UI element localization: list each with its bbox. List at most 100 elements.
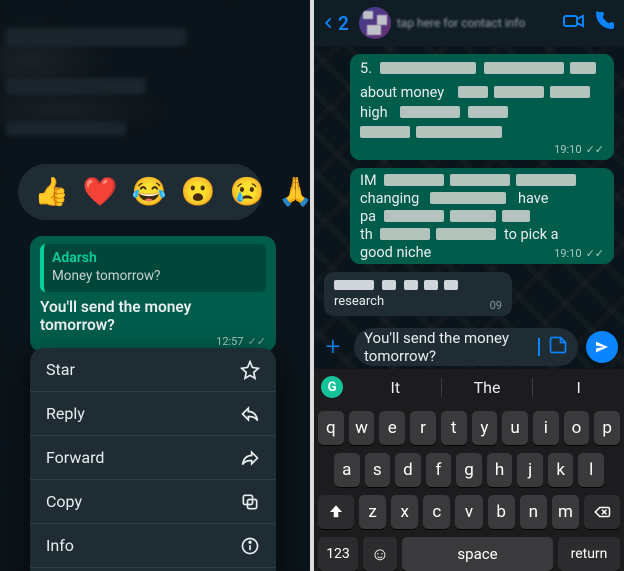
right-chat-panel: 2 tap here for contact info 5. about mon… bbox=[314, 0, 624, 571]
back-count: 2 bbox=[338, 12, 349, 35]
key-y[interactable]: y bbox=[472, 411, 498, 445]
key-mode-123[interactable]: 123 bbox=[318, 537, 358, 571]
prediction-bar: G It The I bbox=[314, 369, 624, 405]
reaction-laugh[interactable]: 😂 bbox=[132, 178, 167, 206]
video-call-button[interactable] bbox=[562, 9, 586, 37]
key-b[interactable]: b bbox=[488, 495, 515, 529]
forward-icon bbox=[240, 448, 260, 468]
send-button[interactable] bbox=[586, 331, 618, 363]
menu-copy[interactable]: Copy bbox=[30, 480, 276, 524]
sticker-button[interactable] bbox=[548, 335, 568, 359]
prediction-1[interactable]: It bbox=[350, 378, 441, 397]
quoted-sender: Adarsh bbox=[52, 250, 258, 266]
key-d[interactable]: d bbox=[395, 453, 421, 487]
attach-button[interactable]: + bbox=[320, 332, 346, 362]
message-time: 12:57 bbox=[216, 335, 243, 348]
key-return[interactable]: return bbox=[558, 537, 620, 571]
keyboard: q w e r t y u i o p a s d f g h j k l bbox=[314, 405, 624, 571]
msg2-pa: pa bbox=[360, 208, 376, 225]
incoming-message[interactable]: research 09 bbox=[324, 272, 512, 316]
quoted-reply: Adarsh Money tomorrow? bbox=[40, 244, 266, 292]
incoming-time: 09 bbox=[490, 299, 502, 312]
menu-forward-label: Forward bbox=[46, 448, 104, 467]
header-subtitle[interactable]: tap here for contact info bbox=[397, 16, 556, 30]
msg1-time: 19:10 ✓✓ bbox=[554, 143, 604, 156]
incoming-word: research bbox=[334, 294, 384, 309]
message-input[interactable]: You'll send the money tomorrow? bbox=[354, 328, 578, 366]
delivered-icon: ✓✓ bbox=[248, 335, 266, 348]
delivered-icon: ✓✓ bbox=[586, 143, 604, 156]
message-text: You'll send the money tomorrow? bbox=[40, 298, 266, 334]
reaction-pray[interactable]: 🙏 bbox=[278, 178, 310, 206]
key-i[interactable]: i bbox=[533, 411, 559, 445]
outgoing-message-2[interactable]: IM changing have pa th to pick a good ni… bbox=[350, 168, 614, 264]
prediction-3[interactable]: I bbox=[532, 378, 624, 397]
menu-copy-label: Copy bbox=[46, 492, 82, 511]
voice-call-button[interactable] bbox=[592, 9, 616, 37]
back-button[interactable]: 2 bbox=[322, 12, 349, 35]
key-backspace[interactable] bbox=[584, 495, 620, 529]
prediction-2[interactable]: The bbox=[441, 378, 533, 397]
key-m[interactable]: m bbox=[552, 495, 579, 529]
menu-star-label: Star bbox=[46, 360, 75, 379]
outgoing-message-1[interactable]: 5. about money high 19:10 ✓✓ bbox=[350, 54, 614, 160]
key-emoji[interactable]: ☺ bbox=[363, 537, 397, 571]
key-f[interactable]: f bbox=[426, 453, 452, 487]
msg1-high: high bbox=[360, 104, 388, 121]
reaction-heart[interactable]: ❤️ bbox=[83, 178, 118, 206]
msg2-have: have bbox=[518, 190, 548, 207]
key-p[interactable]: p bbox=[594, 411, 620, 445]
left-chat-panel: 👍 ❤️ 😂 😮 😢 🙏 + Adarsh Money tomorrow? Yo… bbox=[0, 0, 310, 571]
key-s[interactable]: s bbox=[365, 453, 391, 487]
reaction-thumbs-up[interactable]: 👍 bbox=[34, 178, 69, 206]
quoted-text: Money tomorrow? bbox=[52, 268, 258, 284]
msg2-pick: to pick a bbox=[504, 226, 559, 243]
key-g[interactable]: g bbox=[456, 453, 482, 487]
menu-info-label: Info bbox=[46, 536, 74, 555]
key-j[interactable]: j bbox=[517, 453, 543, 487]
selected-message-bubble[interactable]: Adarsh Money tomorrow? You'll send the m… bbox=[30, 236, 276, 352]
msg1-about: about money bbox=[360, 84, 444, 101]
msg2-im: IM bbox=[360, 172, 377, 189]
key-q[interactable]: q bbox=[318, 411, 344, 445]
input-text: You'll send the money tomorrow? bbox=[364, 329, 534, 365]
reaction-bar: 👍 ❤️ 😂 😮 😢 🙏 + bbox=[18, 164, 262, 220]
key-z[interactable]: z bbox=[359, 495, 386, 529]
menu-reply-label: Reply bbox=[46, 404, 85, 423]
key-w[interactable]: w bbox=[349, 411, 375, 445]
chat-header: 2 tap here for contact info bbox=[314, 0, 624, 46]
key-e[interactable]: e bbox=[379, 411, 405, 445]
key-shift[interactable] bbox=[318, 495, 354, 529]
key-r[interactable]: r bbox=[410, 411, 436, 445]
msg2-niche: good niche bbox=[360, 244, 431, 261]
menu-forward[interactable]: Forward bbox=[30, 436, 276, 480]
copy-icon bbox=[240, 492, 260, 512]
menu-reply[interactable]: Reply bbox=[30, 392, 276, 436]
reaction-wow[interactable]: 😮 bbox=[181, 178, 216, 206]
contact-avatar[interactable] bbox=[359, 7, 391, 39]
key-c[interactable]: c bbox=[423, 495, 450, 529]
info-icon bbox=[240, 536, 260, 556]
reaction-sad[interactable]: 😢 bbox=[230, 178, 265, 206]
menu-info[interactable]: Info bbox=[30, 524, 276, 568]
key-h[interactable]: h bbox=[487, 453, 513, 487]
key-a[interactable]: a bbox=[334, 453, 360, 487]
grammarly-button[interactable]: G bbox=[314, 376, 350, 398]
key-v[interactable]: v bbox=[455, 495, 482, 529]
composer: + You'll send the money tomorrow? bbox=[320, 326, 618, 368]
menu-star[interactable]: Star bbox=[30, 348, 276, 392]
key-t[interactable]: t bbox=[441, 411, 467, 445]
key-space[interactable]: space bbox=[402, 537, 553, 571]
reply-icon bbox=[240, 404, 260, 424]
key-o[interactable]: o bbox=[564, 411, 590, 445]
key-l[interactable]: l bbox=[578, 453, 604, 487]
delivered-icon: ✓✓ bbox=[586, 247, 604, 260]
key-u[interactable]: u bbox=[502, 411, 528, 445]
msg2-th: th bbox=[360, 226, 373, 243]
message-meta: 12:57 ✓✓ bbox=[216, 335, 266, 348]
key-x[interactable]: x bbox=[391, 495, 418, 529]
key-k[interactable]: k bbox=[548, 453, 574, 487]
key-n[interactable]: n bbox=[520, 495, 547, 529]
star-icon bbox=[240, 360, 260, 380]
msg2-time: 19:10 ✓✓ bbox=[554, 247, 604, 260]
